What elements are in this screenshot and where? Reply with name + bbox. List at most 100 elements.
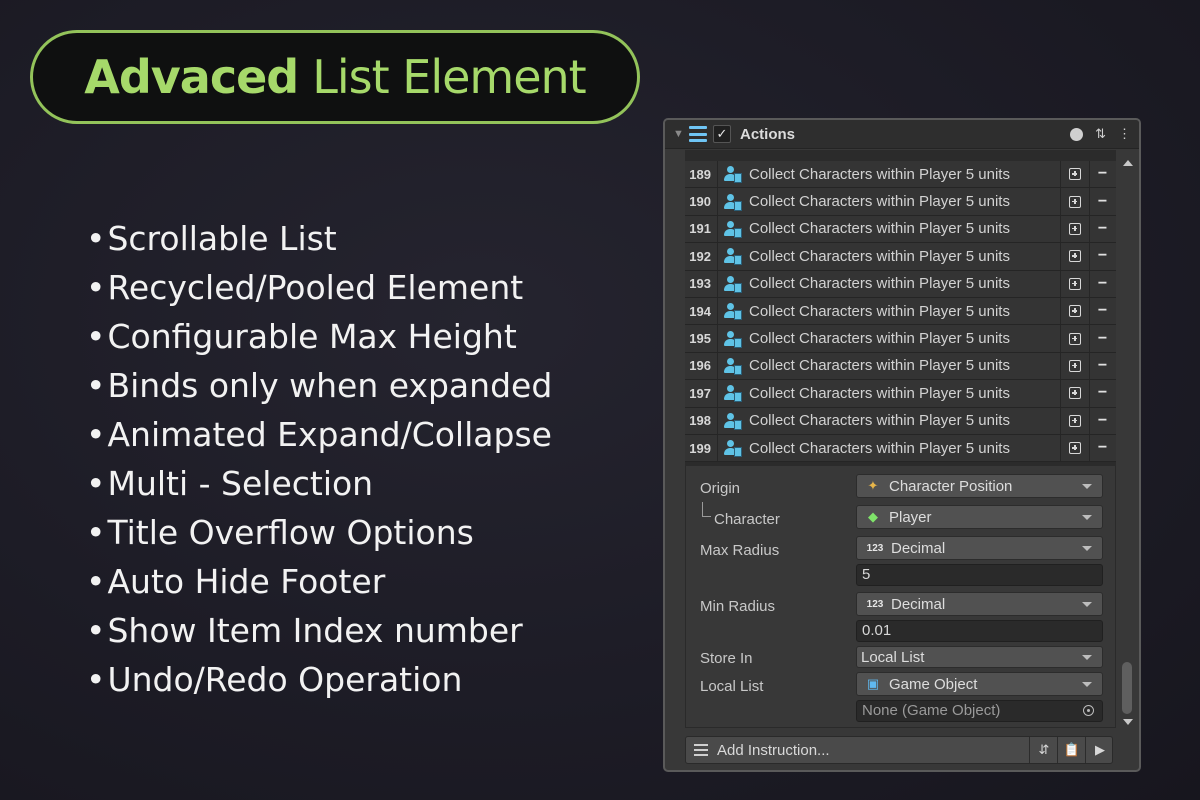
vertical-scrollbar[interactable] [1116, 150, 1139, 730]
collect-characters-icon [724, 275, 746, 293]
insert-item-button[interactable] [1060, 188, 1090, 215]
character-value: Player [889, 508, 932, 526]
item-index: 191 [689, 221, 711, 237]
insert-item-button[interactable] [1060, 407, 1090, 434]
insert-item-button[interactable] [1060, 270, 1090, 297]
insert-item-button[interactable] [1060, 161, 1090, 188]
list-item[interactable]: 198 Collect Characters within Player 5 un… [685, 407, 1116, 435]
min-radius-type-dropdown[interactable]: 123 Decimal [856, 592, 1103, 616]
collect-characters-icon [724, 384, 746, 403]
min-radius-input[interactable]: 0.01 [856, 620, 1103, 642]
plus-box-icon [1069, 332, 1081, 345]
clipboard-icon[interactable]: 📋 [1057, 737, 1086, 763]
list-item[interactable]: 195 Collect Characters within Player 5 un… [685, 325, 1116, 353]
scrollable-list[interactable]: 189 Collect Characters within Player 5 un… [685, 150, 1116, 466]
kebab-menu-icon[interactable]: ⋮ [1118, 126, 1131, 142]
list-item[interactable]: 191 Collect Characters within Player 5 un… [685, 215, 1116, 244]
item-title: Collect Characters within Player 5 units [749, 193, 1010, 211]
min-radius-type: Decimal [891, 595, 946, 613]
max-radius-type-dropdown[interactable]: 123 Decimal [856, 536, 1103, 560]
item-index: 199 [689, 440, 711, 456]
instruction-properties: Origin ✦ Character Position Character ◆ … [685, 466, 1116, 728]
feature-item: Configurable Max Height [86, 312, 552, 361]
foldout-arrow-icon[interactable]: ▼ [673, 128, 684, 140]
item-index: 193 [689, 276, 711, 292]
collect-characters-icon [724, 412, 746, 430]
character-label: Character [714, 511, 780, 528]
origin-value: Character Position [889, 477, 1013, 495]
insert-item-button[interactable] [1060, 215, 1090, 243]
index-separator [717, 407, 718, 434]
scrollbar-thumb[interactable] [1122, 662, 1132, 714]
help-icon[interactable]: ? [1070, 127, 1084, 141]
remove-item-button[interactable]: − [1089, 380, 1116, 406]
plus-box-icon [1069, 305, 1081, 318]
origin-dropdown[interactable]: ✦ Character Position [856, 474, 1103, 498]
item-title: Collect Characters within Player 5 units [749, 220, 1010, 238]
remove-item-button[interactable]: − [1089, 161, 1116, 187]
list-item[interactable]: 194 Collect Characters within Player 5 un… [685, 297, 1116, 326]
insert-item-button[interactable] [1060, 352, 1090, 380]
item-index: 197 [689, 385, 711, 401]
insert-item-button[interactable] [1060, 297, 1090, 325]
insert-item-button[interactable] [1060, 380, 1090, 407]
number-type-icon: 123 [866, 542, 884, 554]
cube-icon: ▣ [866, 676, 880, 691]
remove-item-button[interactable]: − [1089, 298, 1116, 324]
insert-item-button[interactable] [1060, 325, 1090, 352]
feature-item: Multi - Selection [86, 459, 552, 508]
item-index: 198 [689, 413, 711, 429]
collect-characters-icon [724, 193, 746, 211]
collect-characters-icon [724, 357, 746, 375]
list-item[interactable]: 199 Collect Characters within Player 5 un… [685, 434, 1116, 463]
list-item[interactable]: 197 Collect Characters within Player 5 un… [685, 380, 1116, 408]
list-item[interactable]: 190 Collect Characters within Player 5 un… [685, 188, 1116, 216]
min-radius-label: Min Radius [700, 598, 776, 615]
item-index: 190 [689, 194, 711, 210]
remove-item-button[interactable]: − [1089, 271, 1116, 297]
remove-item-button[interactable]: − [1089, 243, 1116, 269]
index-separator [717, 325, 718, 352]
collect-characters-icon [724, 302, 746, 321]
play-arrow-icon[interactable]: ▶ [1085, 737, 1114, 763]
store-in-dropdown[interactable]: Local List [856, 646, 1103, 668]
index-separator [717, 161, 718, 188]
index-separator [717, 243, 718, 270]
collect-characters-icon [724, 247, 746, 266]
max-radius-label: Max Radius [700, 542, 780, 559]
feature-item: Recycled/Pooled Element [86, 263, 552, 312]
collapse-expand-icon[interactable]: ⇵ [1029, 737, 1058, 763]
list-item[interactable]: 193 Collect Characters within Player 5 un… [685, 270, 1116, 298]
store-in-label: Store In [700, 650, 753, 667]
settings-sliders-icon[interactable]: ⇅ [1095, 126, 1106, 142]
collect-characters-icon [724, 165, 746, 184]
remove-item-button[interactable]: − [1089, 435, 1116, 461]
character-dropdown[interactable]: ◆ Player [856, 505, 1103, 529]
origin-label: Origin [700, 480, 741, 497]
local-list-type-dropdown[interactable]: ▣ Game Object [856, 672, 1103, 696]
remove-item-button[interactable]: − [1089, 188, 1116, 214]
list-item[interactable]: 192 Collect Characters within Player 5 un… [685, 243, 1116, 271]
plus-box-icon [1069, 442, 1081, 455]
remove-item-button[interactable]: − [1089, 353, 1116, 379]
scroll-down-arrow-icon[interactable] [1123, 719, 1133, 725]
chevron-down-icon [1082, 514, 1092, 520]
enabled-checkbox[interactable]: ✓ [713, 125, 731, 143]
feature-item: Show Item Index number [86, 606, 552, 655]
remove-item-button[interactable]: − [1089, 325, 1116, 351]
list-item[interactable]: 189 Collect Characters within Player 5 un… [685, 161, 1116, 189]
list-item[interactable]: 196 Collect Characters within Player 5 un… [685, 352, 1116, 381]
add-instruction-button[interactable]: Add Instruction... [717, 742, 830, 759]
insert-item-button[interactable] [1060, 243, 1090, 270]
plus-box-icon [1069, 277, 1081, 290]
remove-item-button[interactable]: − [1089, 408, 1116, 434]
game-object-field[interactable]: None (Game Object) [856, 700, 1103, 722]
insert-item-button[interactable] [1060, 434, 1090, 462]
scroll-up-arrow-icon[interactable] [1123, 160, 1133, 166]
max-radius-type: Decimal [891, 539, 946, 557]
index-separator [717, 270, 718, 297]
remove-item-button[interactable]: − [1089, 216, 1116, 242]
object-picker-icon[interactable] [1083, 705, 1094, 716]
item-title: Collect Characters within Player 5 units [749, 165, 1010, 183]
max-radius-input[interactable]: 5 [856, 564, 1103, 586]
